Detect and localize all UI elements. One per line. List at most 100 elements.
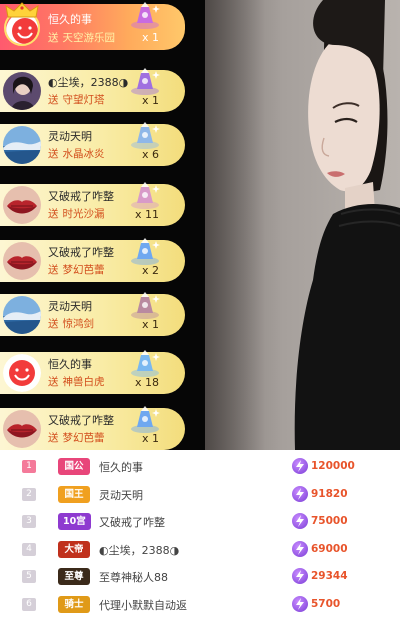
gift-icon xyxy=(128,1,162,31)
gift-count: x 1 xyxy=(141,432,159,445)
rank-number: 1 xyxy=(22,460,36,473)
user-avatar[interactable] xyxy=(3,410,41,448)
contribution-score: 91820 xyxy=(311,487,348,500)
streamer-figure xyxy=(294,0,400,450)
rank-number: 5 xyxy=(22,570,36,583)
user-avatar[interactable] xyxy=(3,354,41,392)
rank-user-name[interactable]: 恒久的事 xyxy=(99,459,143,475)
user-avatar[interactable] xyxy=(3,186,41,224)
contribution-score: 75000 xyxy=(311,515,348,527)
rank-number: 3 xyxy=(22,515,36,528)
title-badge: 至尊 xyxy=(58,568,90,585)
gift-notification: 又破戒了咋整送梦幻芭蕾 x 2 xyxy=(0,237,185,282)
ranking-row[interactable]: 3 10宫 又破戒了咋整 75000 xyxy=(0,508,400,536)
contribution-ranking: 1 国公 恒久的事 120000 2 国王 灵动天明 91820 3 10宫 又破戒了咋整 75000… xyxy=(0,450,400,617)
sender-name[interactable]: 又破戒了咋整 xyxy=(48,188,114,204)
gift-prefix: 送 xyxy=(48,148,59,160)
gift-count: x 18 xyxy=(134,376,159,389)
gift-icon xyxy=(128,237,162,267)
gift-name: 梦幻芭蕾 xyxy=(62,264,105,276)
rank-user-name[interactable]: 代理小默默自动返 xyxy=(99,597,187,613)
gift-name: 水晶冰炎 xyxy=(62,148,105,160)
user-avatar[interactable] xyxy=(3,72,41,110)
gift-notification: 又破戒了咋整送梦幻芭蕾 x 1 xyxy=(0,406,185,450)
gift-line: 送神兽白虎 xyxy=(48,374,105,389)
gift-count: x 2 xyxy=(141,264,159,277)
user-avatar[interactable] xyxy=(3,126,41,164)
gift-notification: 灵动天明送水晶冰炎 x 6 xyxy=(0,121,185,166)
gift-icon xyxy=(128,291,162,321)
lightning-icon xyxy=(292,540,308,557)
gift-line: 送时光沙漏 xyxy=(48,206,105,221)
ranking-row[interactable]: 1 国公 恒久的事 120000 xyxy=(0,453,400,481)
gift-line: 送梦幻芭蕾 xyxy=(48,262,105,277)
gift-prefix: 送 xyxy=(48,208,59,220)
rank-number: 2 xyxy=(22,487,36,501)
crown-icon xyxy=(2,2,42,18)
sender-name[interactable]: 灵动天明 xyxy=(48,298,92,314)
ranking-row[interactable]: 5 至尊 至尊神秘人88 29344 xyxy=(0,563,400,591)
contribution-score: 5700 xyxy=(311,597,341,610)
gift-notification: 恒久的事送神兽白虎 x 18 xyxy=(0,349,185,394)
gift-prefix: 送 xyxy=(48,376,59,388)
gift-icon xyxy=(128,181,162,211)
sender-name[interactable]: 恒久的事 xyxy=(48,356,92,372)
gift-line: 送水晶冰炎 xyxy=(48,146,105,161)
sender-name[interactable]: 又破戒了咋整 xyxy=(48,412,114,428)
gift-icon xyxy=(128,67,162,97)
live-stream-stage: 恒久的事送天空游乐园 x 1 ◐尘埃，2388◑ 送守望灯塔 x 1 灵动天明送水晶冰炎 x… xyxy=(0,0,400,450)
lightning-icon xyxy=(292,568,308,584)
sender-name[interactable]: 灵动天明 xyxy=(48,128,92,144)
rank-number: 4 xyxy=(22,542,36,556)
gift-icon xyxy=(128,121,162,151)
gift-count: x 1 xyxy=(141,318,159,331)
rank-user-name[interactable]: 又破戒了咋整 xyxy=(99,514,165,530)
streamer-video[interactable] xyxy=(205,0,400,450)
rank-user-name[interactable]: 灵动天明 xyxy=(99,487,143,503)
title-badge: 大帝 xyxy=(58,540,90,558)
gift-count: x 1 xyxy=(141,94,159,107)
rank-user-name[interactable]: ◐尘埃，2388◑ xyxy=(99,542,179,558)
lightning-icon xyxy=(292,595,308,612)
gift-name: 天空游乐园 xyxy=(62,32,116,44)
ranking-row[interactable]: 4 大帝 ◐尘埃，2388◑ 69000 xyxy=(0,536,400,564)
gift-notification: 灵动天明送惊鸿剑 x 1 xyxy=(0,291,185,336)
contribution-score: 69000 xyxy=(311,542,348,555)
gift-line: 送惊鸿剑 xyxy=(48,316,94,331)
contribution-score: 120000 xyxy=(311,460,355,472)
gift-count: x 6 xyxy=(141,148,159,161)
title-badge: 10宫 xyxy=(58,513,91,530)
gift-name: 惊鸿剑 xyxy=(62,318,95,330)
gift-name: 守望灯塔 xyxy=(62,94,105,106)
lightning-icon xyxy=(292,458,308,474)
user-avatar[interactable] xyxy=(3,242,41,280)
gift-name: 时光沙漏 xyxy=(62,208,105,220)
gift-icon xyxy=(128,349,162,379)
ranking-row[interactable]: 6 骑士 代理小默默自动返 5700 xyxy=(0,591,400,617)
gift-name: 梦幻芭蕾 xyxy=(62,432,105,444)
gift-line: 送守望灯塔 xyxy=(48,92,105,107)
gift-prefix: 送 xyxy=(48,318,59,330)
gift-notification: 恒久的事送天空游乐园 x 1 xyxy=(0,1,185,50)
title-badge: 骑士 xyxy=(58,595,90,613)
gift-line: 送梦幻芭蕾 xyxy=(48,430,105,445)
sender-name[interactable]: 又破戒了咋整 xyxy=(48,244,114,260)
sender-name[interactable]: 恒久的事 xyxy=(48,11,92,27)
user-avatar[interactable] xyxy=(3,296,41,334)
ranking-row[interactable]: 2 国王 灵动天明 91820 xyxy=(0,481,400,509)
gift-notification: ◐尘埃，2388◑ 送守望灯塔 x 1 xyxy=(0,67,185,112)
gift-count: x 1 xyxy=(141,31,159,44)
contribution-score: 29344 xyxy=(311,570,348,582)
gift-prefix: 送 xyxy=(48,94,59,106)
rank-number: 6 xyxy=(22,597,36,611)
gift-notification: 又破戒了咋整送时光沙漏 x 11 xyxy=(0,181,185,226)
rank-user-name[interactable]: 至尊神秘人88 xyxy=(99,569,168,585)
gift-line: 送天空游乐园 xyxy=(48,30,115,45)
lightning-icon xyxy=(292,485,308,502)
title-badge: 国公 xyxy=(58,458,90,475)
gift-name: 神兽白虎 xyxy=(62,376,105,388)
gift-prefix: 送 xyxy=(48,432,59,444)
gift-prefix: 送 xyxy=(48,32,59,44)
lightning-icon xyxy=(292,513,308,529)
sender-name[interactable]: ◐尘埃，2388◑ xyxy=(48,74,128,90)
